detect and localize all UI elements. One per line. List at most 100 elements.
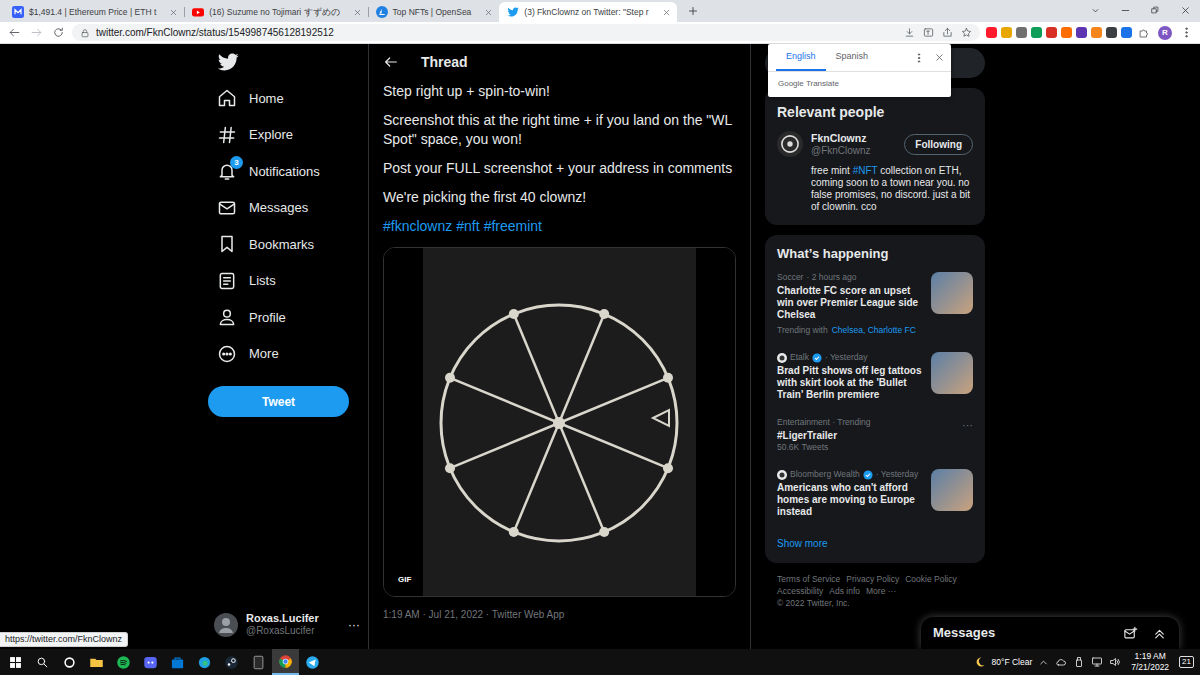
footer-link[interactable]: More ··· xyxy=(866,585,896,597)
sidebar-item[interactable]: Profile xyxy=(208,299,368,336)
translate-close-icon[interactable] xyxy=(931,50,947,66)
language-tab[interactable]: Spanish xyxy=(826,44,879,71)
download-icon[interactable] xyxy=(904,27,915,38)
gif-media[interactable]: GIF xyxy=(383,247,736,597)
tab-title[interactable]: (16) Suzume no Tojimari すずめの xyxy=(209,6,339,18)
new-message-icon[interactable] xyxy=(1123,626,1138,641)
footer-link[interactable]: Accessibility xyxy=(777,585,823,597)
taskbar-app[interactable] xyxy=(110,649,137,675)
browser-tab[interactable]: Top NFTs | OpenSea xyxy=(368,2,500,22)
extension-icon[interactable] xyxy=(1076,27,1087,38)
sidebar-item[interactable]: Explore xyxy=(208,117,368,154)
account-menu[interactable]: ··· xyxy=(348,616,360,634)
tweet-timestamp[interactable]: 1:19 AM · Jul 21, 2022 · Twitter Web App xyxy=(383,607,736,622)
minimize-icon[interactable] xyxy=(1110,0,1140,20)
hashtag[interactable]: #nft xyxy=(456,217,479,236)
star-icon[interactable] xyxy=(961,27,972,38)
translate-options-icon[interactable] xyxy=(911,50,927,66)
back-icon[interactable] xyxy=(6,25,22,41)
close-tab-icon[interactable] xyxy=(353,8,362,17)
browser-tab[interactable]: (16) Suzume no Tojimari すずめの xyxy=(184,2,367,22)
trend-item[interactable]: Entertainment · Trending#LigerTrailer50.… xyxy=(765,409,985,461)
taskbar-app[interactable] xyxy=(56,649,83,675)
address-bar[interactable]: twitter.com/FknClownz/status/15499874561… xyxy=(72,24,980,41)
following-button[interactable]: Following xyxy=(904,134,973,155)
epic-app-icon[interactable] xyxy=(251,655,266,670)
extension-icon[interactable] xyxy=(1031,27,1042,38)
volume-icon[interactable] xyxy=(1109,656,1121,668)
windows-start-icon[interactable] xyxy=(2,649,29,675)
nav-label[interactable]: Bookmarks xyxy=(249,235,314,255)
nav-label[interactable]: Notifications xyxy=(249,162,320,182)
nav-label[interactable]: Profile xyxy=(249,308,286,328)
back-arrow-icon[interactable] xyxy=(383,54,399,70)
network-icon[interactable] xyxy=(1091,656,1103,668)
trend-title[interactable]: Brad Pitt shows off leg tattoos with ski… xyxy=(777,365,923,401)
clock[interactable]: 1:19 AM7/21/2022 xyxy=(1127,651,1173,673)
notification-center-count[interactable]: 21 xyxy=(1179,656,1194,668)
nav-label[interactable]: Home xyxy=(249,89,284,109)
taskbar-app[interactable] xyxy=(83,649,110,675)
moon-weather-icon[interactable] xyxy=(974,656,986,668)
trend-item[interactable]: Soccer· 2 hours agoCharlotte FC score an… xyxy=(765,264,985,344)
browser-tab[interactable]: (3) FknClownz on Twitter: "Step r xyxy=(499,2,676,22)
taskbar-app[interactable] xyxy=(218,649,245,675)
extension-icon[interactable] xyxy=(1061,27,1072,38)
nav-label[interactable]: More xyxy=(249,344,279,364)
footer-link[interactable]: Cookie Policy xyxy=(905,573,957,585)
search-icon[interactable] xyxy=(29,649,56,675)
news-thumbnail[interactable] xyxy=(931,352,973,394)
sidebar-item[interactable]: 3Notifications xyxy=(208,153,368,190)
restore-icon[interactable] xyxy=(1140,0,1170,20)
discord-app-icon[interactable] xyxy=(143,655,158,670)
weather-text[interactable]: 80°F Clear xyxy=(992,656,1033,669)
telegram-app-icon[interactable] xyxy=(305,655,320,670)
extension-icon[interactable] xyxy=(1016,27,1027,38)
translate-icon[interactable] xyxy=(923,27,934,38)
usb-icon[interactable] xyxy=(1073,656,1085,668)
url-text[interactable]: twitter.com/FknClownz/status/15499874561… xyxy=(96,27,334,39)
sidebar-item[interactable]: Messages xyxy=(208,190,368,227)
account-switcher[interactable]: Roxas.Lucifer@RoxasLucifer··· xyxy=(208,612,360,637)
news-thumbnail[interactable] xyxy=(931,469,973,511)
store-app-icon[interactable] xyxy=(170,655,185,670)
trend-title[interactable]: Charlotte FC score an upset win over Pre… xyxy=(777,285,923,321)
extension-icon[interactable] xyxy=(1001,27,1012,38)
close-tab-icon[interactable] xyxy=(484,8,493,17)
chrome-app-icon[interactable] xyxy=(278,654,293,669)
new-tab-icon[interactable] xyxy=(683,1,703,21)
footer-link[interactable]: Privacy Policy xyxy=(846,573,899,585)
messages-drawer-title[interactable]: Messages xyxy=(933,623,995,643)
nav-label[interactable]: Lists xyxy=(249,271,276,291)
person-name[interactable]: FknClownz xyxy=(811,132,896,145)
trending-with-links[interactable]: Chelsea, Charlotte FC xyxy=(832,325,916,335)
edge-app-icon[interactable] xyxy=(197,655,212,670)
tab-title[interactable]: $1,491.4 | Ethereum Price | ETH t xyxy=(29,6,156,18)
hashtag[interactable]: #freemint xyxy=(484,217,542,236)
trend-item[interactable]: Etalk· YesterdayBrad Pitt shows off leg … xyxy=(765,344,985,409)
taskbar-app[interactable] xyxy=(137,649,164,675)
extension-icon[interactable] xyxy=(1121,27,1132,38)
steam-app-icon[interactable] xyxy=(224,655,239,670)
extension-icon[interactable] xyxy=(1046,27,1057,38)
taskbar-app[interactable] xyxy=(272,649,299,675)
tweet-button[interactable]: Tweet xyxy=(208,386,349,417)
reload-icon[interactable] xyxy=(50,25,66,41)
language-tab[interactable]: English xyxy=(776,44,826,71)
extension-icon[interactable] xyxy=(1091,27,1102,38)
nav-label[interactable]: Messages xyxy=(249,198,308,218)
hashtag[interactable]: #fknclownz xyxy=(383,217,452,236)
cloud-icon[interactable] xyxy=(1055,656,1067,668)
close-window-icon[interactable] xyxy=(1170,0,1200,20)
taskbar-app[interactable] xyxy=(245,649,272,675)
trend-title[interactable]: Americans who can't afford homes are mov… xyxy=(777,482,923,518)
extensions-puzzle-icon[interactable] xyxy=(1136,25,1152,41)
extension-icon[interactable] xyxy=(986,27,997,38)
sidebar-item[interactable]: Home xyxy=(208,80,368,117)
trend-item[interactable]: Bloomberg Wealth· YesterdayAmericans who… xyxy=(765,461,985,526)
chrome-menu-icon[interactable] xyxy=(1178,25,1194,41)
tab-title[interactable]: Top NFTs | OpenSea xyxy=(393,6,472,18)
cortana-app-icon[interactable] xyxy=(62,655,77,670)
nav-label[interactable]: Explore xyxy=(249,125,293,145)
trend-more-menu[interactable]: ··· xyxy=(962,417,973,453)
